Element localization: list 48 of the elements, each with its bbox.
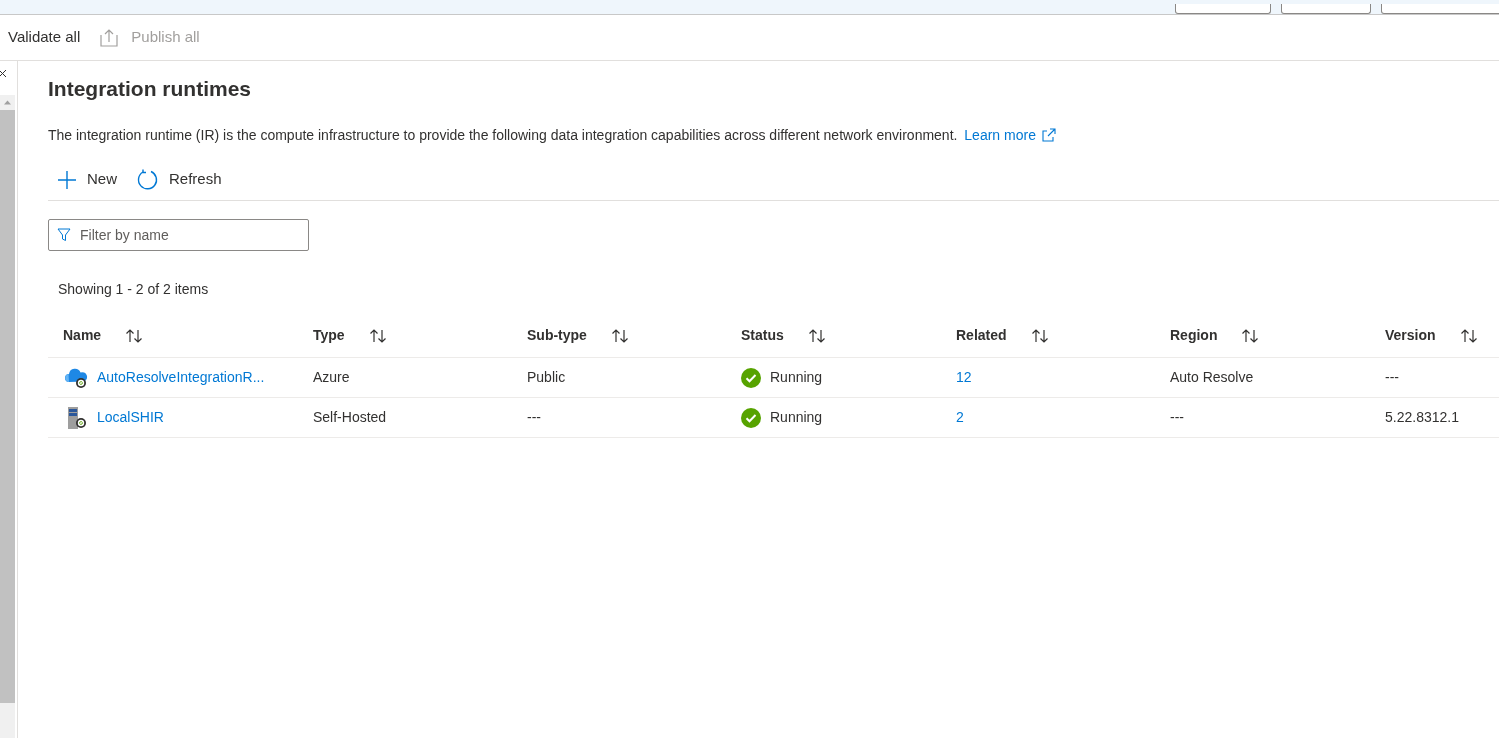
table-cell-text: Self-Hosted: [312, 408, 388, 427]
banner-button[interactable]: [1281, 4, 1371, 14]
table-cell-text: ---: [1169, 408, 1185, 427]
sort-icon[interactable]: [368, 327, 387, 344]
cloud-icon: [64, 366, 88, 389]
column-header[interactable]: Sub-type: [527, 325, 587, 346]
toolbar-button[interactable]: Validate all: [8, 26, 81, 49]
refresh-icon: [137, 168, 159, 191]
learn-more-link[interactable]: Learn more: [964, 125, 1056, 145]
banner-button[interactable]: [1175, 4, 1271, 14]
command-button[interactable]: Refresh: [137, 168, 222, 191]
related-link[interactable]: 2: [956, 409, 964, 425]
page-title: Integration runtimes: [48, 76, 253, 102]
sort-icon[interactable]: [807, 327, 826, 344]
column-header[interactable]: Region: [1170, 325, 1218, 346]
sort-icon[interactable]: [1241, 327, 1260, 344]
column-header[interactable]: Status: [741, 325, 784, 346]
table-cell-text: ---: [1384, 368, 1400, 387]
page-description: The integration runtime (IR) is the compute infrastructure to provide the following data integration capabilities across different network environment. Learn more: [48, 125, 1499, 145]
command-button[interactable]: New: [57, 168, 117, 191]
banner-button[interactable]: [1381, 4, 1499, 14]
external-link-icon: [1041, 128, 1056, 142]
upload-icon: [100, 28, 119, 47]
runtime-link[interactable]: LocalSHIR: [97, 407, 164, 428]
filter-icon: [57, 228, 71, 242]
check-circle-icon: [741, 367, 761, 388]
related-link[interactable]: 12: [956, 369, 972, 385]
table-cell-text: ---: [526, 408, 542, 427]
table-cell-text: Public: [526, 368, 567, 387]
sort-icon[interactable]: [610, 327, 629, 344]
plus-icon: [57, 169, 77, 190]
status-text: Running: [770, 368, 823, 387]
column-header[interactable]: Version: [1385, 325, 1436, 346]
column-header[interactable]: Related: [956, 325, 1007, 346]
sort-icon[interactable]: [1030, 327, 1049, 344]
filter-field[interactable]: Filter by name: [48, 219, 309, 251]
sort-icon[interactable]: [1459, 327, 1478, 344]
close-icon[interactable]: [0, 69, 7, 78]
check-circle-icon: [741, 407, 761, 428]
table-cell-text: 5.22.8312.1: [1384, 408, 1460, 427]
table-cell-text: Azure: [312, 368, 351, 387]
table-cell-text: Auto Resolve: [1169, 368, 1255, 387]
sort-icon[interactable]: [125, 327, 144, 344]
status-text: Running: [770, 408, 823, 427]
column-header[interactable]: Name: [63, 325, 102, 346]
column-header[interactable]: Type: [313, 325, 345, 346]
item-count: Showing 1 - 2 of 2 items: [58, 280, 210, 299]
runtime-link[interactable]: AutoResolveIntegrationR...: [97, 367, 265, 388]
